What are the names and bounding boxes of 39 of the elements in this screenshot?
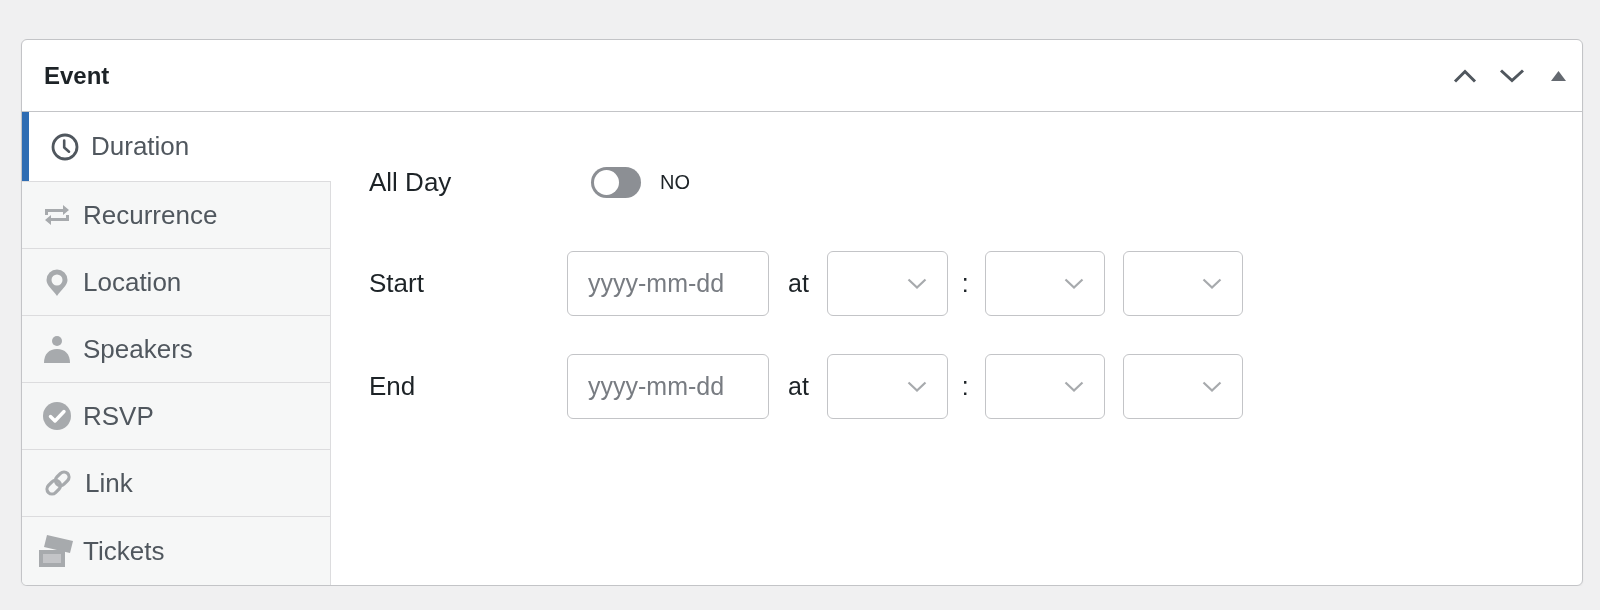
chain-link-icon xyxy=(43,468,73,498)
dropdown[interactable] xyxy=(1122,354,1243,419)
sidebar-tab[interactable]: RSVP xyxy=(22,382,331,449)
person-icon xyxy=(43,335,71,363)
chevron-up-icon xyxy=(1452,68,1477,83)
chevron-down-icon xyxy=(1201,278,1222,289)
sidebar-tab[interactable]: Location xyxy=(22,248,331,315)
sidebar-tab[interactable]: Link xyxy=(22,449,331,516)
chevron-down-icon xyxy=(1063,381,1084,392)
sidebar-tab[interactable]: Recurrence xyxy=(22,181,331,248)
connector-text: at xyxy=(788,372,809,401)
chevron-down-icon xyxy=(1063,278,1084,289)
date-field[interactable]: yyyy-mm-dd xyxy=(567,251,769,316)
chevron-down-icon xyxy=(1201,381,1222,392)
map-pin-icon xyxy=(46,268,68,296)
hour-dropdown[interactable] xyxy=(826,251,948,316)
field-label: All Day xyxy=(369,167,452,197)
check-circle-icon xyxy=(43,402,71,430)
connector-text: at xyxy=(788,269,809,298)
field-label: End xyxy=(369,371,416,401)
sidebar-tab[interactable]: Speakers xyxy=(22,315,331,382)
date-field[interactable]: yyyy-mm-dd xyxy=(567,354,769,419)
chevron-down-icon xyxy=(906,278,927,289)
hour-dropdown[interactable] xyxy=(826,354,948,419)
repeat-arrows-icon xyxy=(43,203,71,227)
toggle-state-text: NO xyxy=(660,171,690,194)
minute-dropdown[interactable] xyxy=(984,251,1105,316)
time-separator: : xyxy=(961,372,969,401)
field-label: Start xyxy=(369,268,424,298)
time-separator: : xyxy=(961,269,969,298)
panel-title: Event xyxy=(44,61,110,90)
all-day-toggle[interactable] xyxy=(591,167,641,198)
ticket-icon xyxy=(38,534,74,568)
sidebar-tab[interactable]: Tickets xyxy=(22,516,331,585)
minute-dropdown[interactable] xyxy=(984,354,1105,419)
clock-icon xyxy=(51,132,79,161)
chevron-down-icon xyxy=(1498,68,1525,83)
chevron-down-icon xyxy=(906,381,927,392)
dropdown[interactable] xyxy=(1122,251,1243,316)
